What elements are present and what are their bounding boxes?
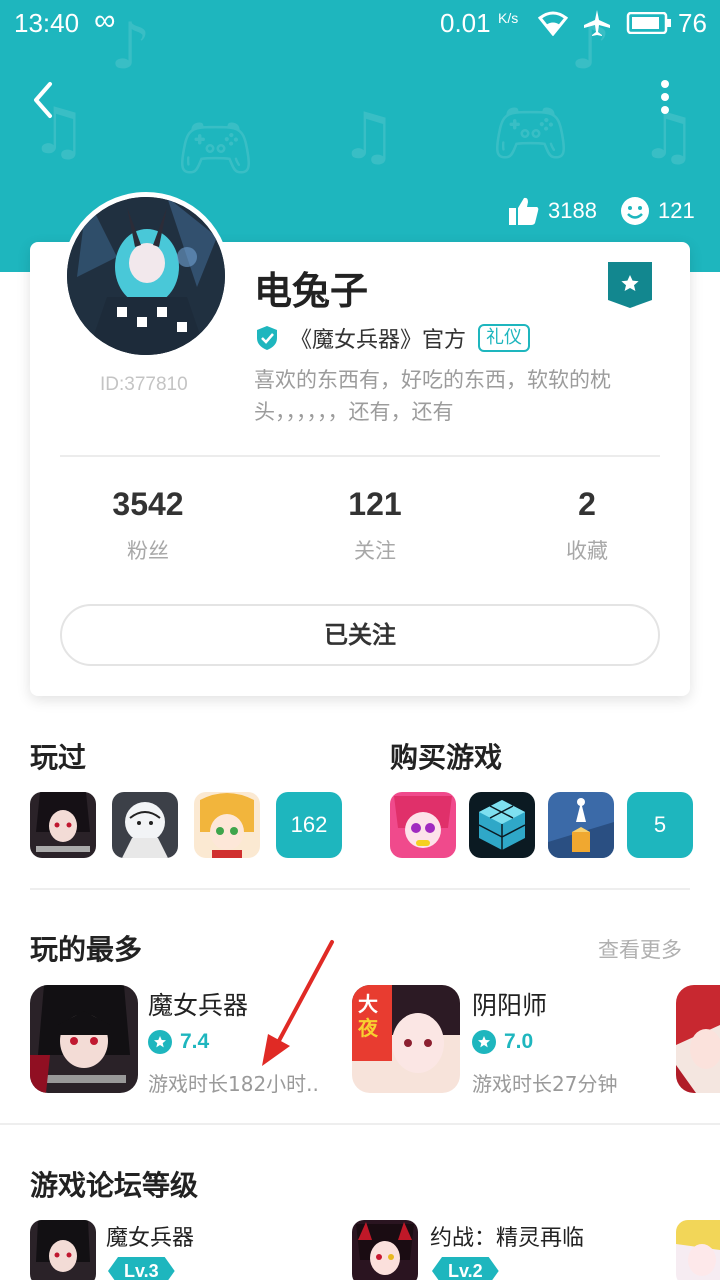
purchased-count-tile[interactable]: 5	[627, 792, 693, 858]
smiles-value: 121	[658, 198, 695, 223]
user-id: ID:377810	[100, 374, 188, 395]
badge-bookmark-icon[interactable]	[608, 262, 652, 308]
stat-fans-value: 3542	[112, 486, 184, 522]
forum-level-badge: Lv.2	[432, 1257, 499, 1280]
play-time: 游戏时长182小时..	[148, 1072, 319, 1096]
wifi-icon	[538, 11, 568, 36]
forum-level-badge: Lv.3	[108, 1257, 175, 1280]
forum-game-icon[interactable]	[676, 1220, 720, 1280]
played-game-icon[interactable]	[112, 792, 178, 858]
username: 电兔子	[254, 269, 369, 313]
status-bar: 13:40 ∞ 0.01 K/s 76	[0, 0, 720, 48]
battery-level: 76	[678, 8, 707, 38]
play-time: 游戏时长27分钟	[472, 1072, 618, 1096]
forum-game-name[interactable]: 魔女兵器	[106, 1220, 194, 1252]
annotation-arrow	[262, 940, 334, 1066]
section-divider	[30, 888, 690, 890]
forum-level-title: 游戏论坛等级	[30, 1169, 199, 1202]
star-icon	[148, 1030, 172, 1054]
smile-icon	[621, 197, 649, 225]
stat-following-value: 121	[348, 486, 402, 522]
played-game-icon[interactable]	[30, 792, 96, 858]
most-played-game-icon[interactable]	[30, 985, 138, 1093]
official-badge: 《魔女兵器》官方 礼仪	[254, 322, 531, 354]
infinity-icon: ∞	[94, 4, 116, 37]
stat-fans[interactable]: 3542 粉丝	[68, 486, 228, 565]
stat-favorites-label: 收藏	[566, 539, 608, 563]
stat-fans-label: 粉丝	[127, 539, 169, 563]
most-played-game-name[interactable]: 魔女兵器	[148, 986, 248, 1022]
avatar[interactable]	[62, 192, 230, 360]
game-rating: 7.0	[472, 1030, 533, 1054]
stat-favorites[interactable]: 2 收藏	[507, 486, 667, 565]
battery-icon	[626, 12, 671, 34]
most-played-game-icon[interactable]	[676, 985, 720, 1093]
rating-value: 7.0	[504, 1030, 534, 1053]
card-divider	[60, 455, 660, 457]
played-count-tile[interactable]: 162	[276, 792, 342, 858]
smiles-count: 121	[620, 196, 695, 226]
music-note-decoration: ♫	[340, 100, 398, 174]
most-played-game-icon[interactable]: 大夜	[352, 985, 460, 1093]
game-rating: 7.4	[148, 1030, 209, 1054]
followed-button[interactable]: 已关注	[60, 604, 660, 666]
purchased-game-icon[interactable]	[548, 792, 614, 858]
see-more-link[interactable]: 查看更多	[598, 934, 682, 964]
stat-following-label: 关注	[354, 539, 396, 563]
forum-game-icon[interactable]	[30, 1220, 96, 1280]
rating-value: 7.4	[180, 1030, 210, 1053]
likes-value: 3188	[548, 198, 597, 223]
gamepad-decoration: 🎮︎	[175, 111, 257, 185]
forum-game-icon[interactable]	[352, 1220, 418, 1280]
most-played-title: 玩的最多	[30, 933, 143, 966]
network-unit: K/s	[498, 10, 519, 26]
svg-text:夜: 夜	[357, 1016, 379, 1040]
gamepad-decoration: 🎮︎	[490, 96, 572, 170]
more-vertical-icon[interactable]	[650, 80, 680, 124]
most-played-game-name[interactable]: 阴阳师	[472, 986, 547, 1022]
star-icon	[472, 1030, 496, 1054]
user-bio: 喜欢的东西有，好吃的东西，软软的枕头，，，，，，还有，还有	[254, 368, 611, 424]
avatar-image	[67, 197, 225, 355]
status-time: 13:40	[14, 8, 80, 38]
verified-icon	[257, 326, 277, 350]
purchased-game-icon[interactable]	[469, 792, 535, 858]
etiquette-tag[interactable]: 礼仪	[478, 324, 531, 352]
purchased-game-icon[interactable]	[390, 792, 456, 858]
stat-following[interactable]: 121 关注	[295, 486, 455, 565]
played-title: 玩过	[30, 741, 87, 774]
svg-text:大: 大	[358, 992, 378, 1016]
airplane-icon	[584, 10, 610, 36]
thumbs-up-icon	[509, 197, 539, 225]
stat-favorites-value: 2	[578, 486, 596, 522]
section-divider	[0, 1123, 720, 1125]
likes-count: 3188	[508, 196, 597, 226]
played-game-icon[interactable]	[194, 792, 260, 858]
official-label: 《魔女兵器》官方	[290, 328, 467, 353]
purchased-title: 购买游戏	[390, 741, 503, 774]
back-arrow-icon[interactable]	[22, 78, 66, 122]
network-speed: 0.01	[440, 8, 491, 38]
forum-game-name[interactable]: 约战：精灵再临	[430, 1220, 584, 1252]
